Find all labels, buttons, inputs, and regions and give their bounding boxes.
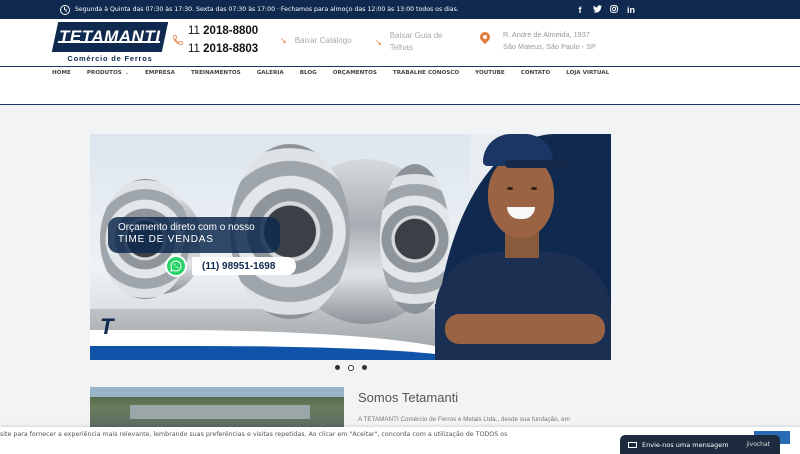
nav-item-orcamentos[interactable]: ORÇAMENTOS [333, 70, 377, 76]
hero-banner[interactable]: Orçamento direto com o nosso TIME DE VEN… [90, 134, 611, 360]
nav-item-trabalhe-conosco[interactable]: TRABALHE CONOSCO [393, 70, 459, 76]
site-header: TETAMANTI Comércio de Ferros 11 2018-880… [0, 19, 800, 67]
chat-brand: jivochat [746, 441, 770, 448]
logo-subtitle: Comércio de Ferros [67, 54, 153, 63]
download-icon: ↘ [375, 38, 382, 47]
download-guide-label-1: Baixar Guia de [389, 31, 443, 40]
whatsapp-number[interactable]: (11) 98951-1698 [192, 257, 296, 275]
cookie-text: site para fornecer a experiência mais re… [0, 431, 508, 438]
nav-item-home[interactable]: HOME [52, 70, 71, 76]
salesperson-photo [435, 134, 611, 360]
address-line-1: R. André de Almeida, 1937 [503, 30, 590, 39]
nav-item-treinamentos[interactable]: TREINAMENTOS [191, 70, 241, 76]
chat-widget[interactable]: Envie-nos uma mensagem jivochat [620, 435, 780, 454]
logo-name: TETAMANTI [59, 27, 161, 46]
nav-item-produtos[interactable]: PRODUTOS ⌄ [87, 70, 129, 76]
logo-mark: TETAMANTI [51, 22, 169, 52]
callout-line-2: TIME DE VENDAS [118, 234, 214, 245]
facebook-icon[interactable]: f [576, 5, 584, 15]
nav-item-empresa[interactable]: EMPRESA [145, 70, 175, 76]
download-guide-link[interactable]: ↘ Baixar Guia de Telhas [375, 30, 443, 54]
phone-icon [172, 33, 184, 47]
phone-2-number: 2018-8803 [203, 43, 259, 55]
sales-callout: Orçamento direto com o nosso TIME DE VEN… [108, 217, 280, 253]
tetamanti-mark-icon [100, 314, 114, 340]
slider-dot-1[interactable] [335, 365, 340, 370]
linkedin-icon[interactable]: in [627, 5, 635, 15]
phone-1-ddd: 11 [188, 25, 200, 37]
business-hours: Segunda à Quinta das 07:30 às 17:30. Sex… [60, 0, 459, 19]
top-bar: Segunda à Quinta das 07:30 às 17:30. Sex… [0, 0, 800, 19]
nav-item-contato[interactable]: CONTATO [521, 70, 550, 76]
nav-item-blog[interactable]: BLOG [300, 70, 317, 76]
address: R. André de Almeida, 1937 São Mateus, Sã… [480, 29, 596, 53]
about-photo [90, 387, 344, 427]
map-pin-icon [480, 32, 490, 44]
chat-label: Envie-nos uma mensagem [642, 440, 729, 449]
whatsapp-icon[interactable] [165, 255, 187, 277]
main-nav: HOME PRODUTOS ⌄ EMPRESA TREINAMENTOS GALE… [0, 67, 800, 105]
download-guide-label-2: Telhas [389, 43, 413, 52]
about-title: Somos Tetamanti [358, 390, 459, 405]
phone-2-ddd: 11 [188, 43, 200, 55]
phone-1-number: 2018-8800 [203, 25, 259, 37]
instagram-icon[interactable] [610, 4, 618, 15]
phone-2[interactable]: 11 2018-8803 [188, 43, 258, 55]
callout-line-1: Orçamento direto com o nosso [118, 222, 255, 233]
download-icon: ↘ [280, 36, 287, 45]
twitter-icon[interactable] [593, 4, 602, 15]
social-links: f in [576, 0, 636, 19]
phone-1[interactable]: 11 2018-8800 [188, 25, 258, 37]
nav-item-youtube[interactable]: YOUTUBE [475, 70, 505, 76]
address-line-2: São Mateus, São Paulo - SP [503, 42, 596, 51]
download-catalog-link[interactable]: ↘ Baixar Catálogo [280, 36, 352, 45]
slider-dots [335, 364, 367, 371]
business-hours-text: Segunda à Quinta das 07:30 às 17:30. Sex… [75, 6, 459, 13]
tetamanti-logo[interactable]: TETAMANTI Comércio de Ferros [51, 22, 169, 64]
chevron-down-icon: ⌄ [124, 70, 129, 76]
slider-dot-2[interactable] [348, 364, 354, 371]
nav-item-loja-virtual[interactable]: LOJA VIRTUAL [566, 70, 609, 76]
clock-icon [60, 4, 70, 15]
nav-item-galeria[interactable]: GALERIA [257, 70, 284, 76]
about-text: A TETAMANTI Comércio de Ferros e Metais … [358, 416, 570, 423]
download-catalog-label: Baixar Catálogo [294, 36, 352, 45]
slider-dot-3[interactable] [362, 365, 367, 370]
envelope-icon [628, 441, 637, 448]
nav-item-produtos-label: PRODUTOS [86, 70, 122, 76]
